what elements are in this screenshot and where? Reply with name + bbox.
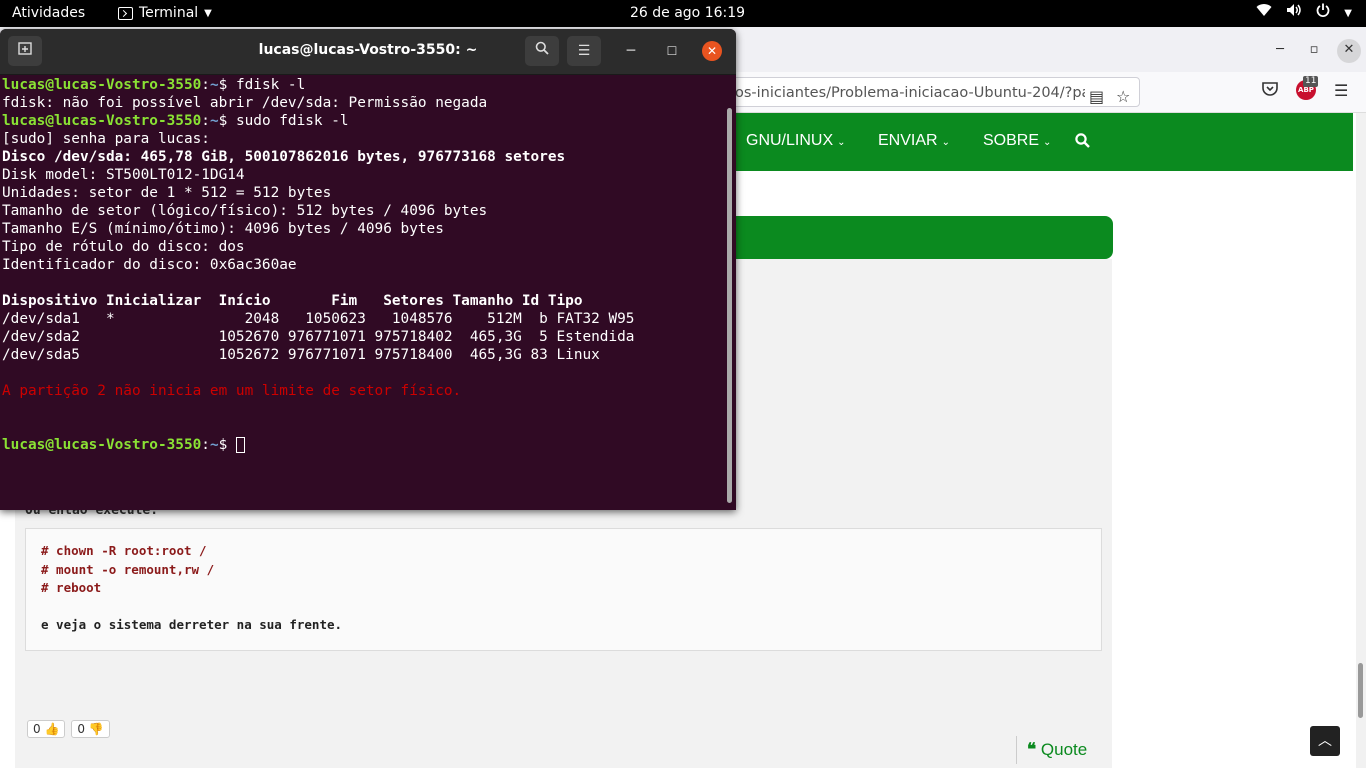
code-line: # mount -o remount,rw /	[41, 561, 215, 577]
command-text: sudo fdisk -l	[235, 113, 349, 129]
quote-label: Quote	[1040, 740, 1088, 759]
terminal-line: Disco /dev/sda: 465,78 GiB, 500107862016…	[2, 149, 566, 165]
chevron-up-icon: ︿	[1318, 733, 1332, 749]
upvote-count: 0	[33, 722, 41, 736]
page-scrollbar-thumb[interactable]	[1358, 663, 1363, 718]
prompt-path: ~	[209, 113, 219, 129]
adblock-count-badge: 11	[1303, 76, 1319, 87]
upvote-button[interactable]: 0 👍	[27, 720, 66, 738]
terminal-scrollbar[interactable]	[724, 76, 736, 510]
close-icon: ✕	[706, 44, 718, 58]
app-menu-label: Terminal	[139, 5, 199, 21]
code-sentence: e veja o sistema derreter na sua frente.	[41, 616, 343, 632]
partition-row: /dev/sda1 * 2048 1050623 1048576 512M b …	[2, 311, 635, 327]
terminal-scrollbar-thumb[interactable]	[727, 108, 732, 503]
maximize-button[interactable]: ☐	[663, 42, 681, 60]
terminal-line: lucas@lucas-Vostro-3550:~$ fdisk -l	[2, 76, 724, 94]
quote-button[interactable]: ❝ Quote	[1016, 736, 1087, 764]
top-bar: Atividades Terminal ▼ 26 de ago 16:19 ▼	[0, 0, 1366, 27]
power-icon	[1316, 0, 1330, 27]
minimize-button[interactable]: ─	[622, 42, 640, 60]
prompt-user: lucas@lucas-Vostro-3550	[2, 77, 202, 93]
thumbs-up-icon: 👍	[44, 722, 60, 736]
close-button[interactable]: ✕	[702, 41, 722, 61]
nav-label: SOBRE	[983, 132, 1040, 149]
chevron-down-icon: ▼	[1344, 8, 1352, 19]
chevron-down-icon: ▼	[204, 7, 212, 19]
code-line: # reboot	[41, 580, 102, 595]
terminal-line: Tipo de rótulo do disco: dos	[2, 239, 245, 255]
prompt-dollar: $	[218, 77, 236, 93]
terminal-app-icon	[118, 6, 133, 20]
nav-item-sobre[interactable]: SOBRE ⌄	[983, 132, 1051, 150]
hamburger-menu-icon[interactable]: ☰	[1334, 81, 1348, 100]
volume-icon	[1286, 0, 1302, 27]
page-scrollbar[interactable]	[1356, 113, 1366, 768]
warning-line: A partição 2 não inicia em um limite de …	[2, 383, 462, 399]
quote-icon: ❝	[1027, 740, 1037, 759]
nav-label: GNU/LINUX	[746, 132, 834, 149]
terminal-window[interactable]: lucas@lucas-Vostro-3550: ~ ☰ ─ ☐ ✕ lucas…	[0, 29, 736, 510]
clock[interactable]: 26 de ago 16:19	[630, 5, 745, 21]
reader-view-icon[interactable]: ▤	[1089, 87, 1104, 106]
prompt-path: ~	[209, 437, 219, 453]
downvote-count: 0	[77, 722, 86, 736]
downvote-button[interactable]: 0 👎	[71, 720, 110, 738]
terminal-output[interactable]: lucas@lucas-Vostro-3550:~$ fdisk -l fdis…	[0, 76, 724, 510]
thumbs-down-icon: 👎	[88, 722, 104, 736]
terminal-line: Tamanho de setor (lógico/físico): 512 by…	[2, 203, 488, 219]
nav-label: ENVIAR	[878, 132, 938, 149]
terminal-line: Disk model: ST500LT012-1DG14	[2, 167, 245, 183]
prompt-separator: :	[201, 113, 210, 129]
bookmark-star-icon[interactable]: ☆	[1116, 87, 1130, 106]
scroll-to-top-button[interactable]: ︿	[1310, 726, 1340, 756]
text-cursor	[235, 437, 245, 453]
activities-button[interactable]: Atividades	[12, 5, 85, 21]
prompt-separator: :	[201, 437, 210, 453]
terminal-header-bar[interactable]: lucas@lucas-Vostro-3550: ~ ☰ ─ ☐ ✕	[0, 29, 736, 75]
browser-minimize-button[interactable]: ─	[1268, 39, 1292, 63]
url-bar[interactable]: os-iniciantes/Problema-iniciacao-Ubuntu-…	[700, 77, 1140, 107]
terminal-line: lucas@lucas-Vostro-3550:~$ sudo fdisk -l	[2, 112, 724, 130]
prompt-user: lucas@lucas-Vostro-3550	[2, 437, 202, 453]
prompt-user: lucas@lucas-Vostro-3550	[2, 113, 202, 129]
pocket-icon[interactable]	[1262, 81, 1278, 100]
prompt-dollar: $	[218, 113, 236, 129]
partition-row: /dev/sda5 1052672 976771071 975718400 46…	[2, 347, 600, 363]
app-menu[interactable]: Terminal ▼	[118, 5, 212, 21]
url-text: os-iniciantes/Problema-iniciacao-Ubuntu-…	[735, 85, 1085, 101]
chevron-down-icon: ⌄	[837, 137, 846, 148]
terminal-line: [sudo] senha para lucas:	[2, 131, 210, 147]
chevron-down-icon: ⌄	[941, 137, 950, 148]
partition-table-header: Dispositivo Inicializar Início Fim Setor…	[2, 293, 583, 309]
terminal-line: fdisk: não foi possível abrir /dev/sda: …	[2, 95, 488, 111]
search-icon[interactable]	[525, 36, 559, 66]
code-line: # chown -R root:root /	[41, 543, 207, 558]
hamburger-menu-icon[interactable]: ☰	[567, 36, 601, 66]
partition-row: /dev/sda2 1052670 976771071 975718402 46…	[2, 329, 635, 345]
browser-close-button[interactable]: ✕	[1337, 39, 1361, 63]
terminal-line: Tamanho E/S (mínimo/ótimo): 4096 bytes /…	[2, 221, 444, 237]
terminal-line: Identificador do disco: 0x6ac360ae	[2, 257, 297, 273]
terminal-line: lucas@lucas-Vostro-3550:~$	[2, 436, 724, 454]
prompt-dollar: $	[218, 437, 236, 453]
chevron-down-icon: ⌄	[1043, 137, 1052, 148]
command-text: fdisk -l	[235, 77, 306, 93]
prompt-path: ~	[209, 77, 219, 93]
nav-item-enviar[interactable]: ENVIAR ⌄	[878, 132, 950, 150]
system-tray[interactable]: ▼	[1256, 0, 1366, 27]
wifi-icon	[1256, 0, 1272, 27]
terminal-line: Unidades: setor de 1 * 512 = 512 bytes	[2, 185, 332, 201]
nav-item-gnu-linux[interactable]: GNU/LINUX ⌄	[746, 132, 846, 150]
vote-group: 0 👍 0 👎	[27, 720, 110, 738]
prompt-separator: :	[201, 77, 210, 93]
search-icon[interactable]	[1075, 133, 1090, 153]
browser-restore-button[interactable]: ▫	[1302, 39, 1326, 63]
code-block: # chown -R root:root / # mount -o remoun…	[25, 528, 1102, 651]
